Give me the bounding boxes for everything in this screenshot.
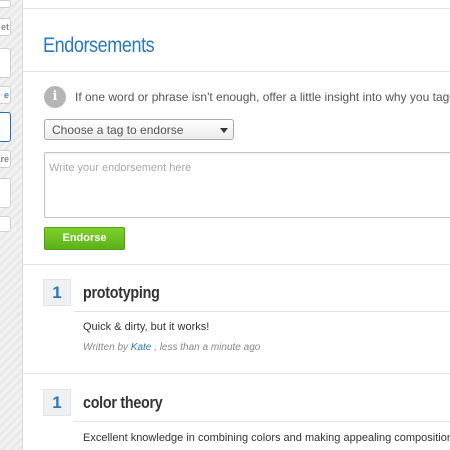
endorsements-panel: Endorsements i If one word or phrase isn… (22, 0, 450, 450)
author-link[interactable]: Kate (131, 342, 152, 353)
info-icon: i (44, 86, 66, 108)
gutter-tab[interactable] (0, 48, 11, 78)
divider (23, 8, 450, 9)
divider (74, 311, 450, 312)
divider (23, 71, 450, 72)
gutter-tab[interactable] (0, 216, 11, 232)
gutter-tab-label: are (0, 154, 9, 164)
gutter-tab[interactable]: are (0, 150, 11, 168)
endorsement-textarea[interactable] (44, 152, 450, 218)
gutter-tab[interactable]: e (0, 86, 11, 104)
section-title: Endorsements (43, 34, 155, 57)
endorsement-tag: prototyping (83, 283, 160, 302)
endorsement-text: Quick & dirty, but it works! (83, 321, 210, 333)
gutter-tab[interactable] (0, 112, 11, 142)
info-text: If one word or phrase isn't enough, offe… (75, 90, 450, 104)
gutter-tab-label: et (0, 22, 9, 32)
divider (74, 421, 450, 422)
endorsement-text: Excellent knowledge in combining colors … (83, 432, 450, 444)
written-by-label: Written by (83, 342, 129, 353)
endorsement-meta: Written by Kate , less than a minute ago (83, 342, 260, 353)
left-gutter: et e are (0, 0, 22, 450)
endorse-button[interactable]: Endorse (44, 227, 125, 250)
tag-select[interactable]: Choose a tag to endorse (44, 119, 234, 140)
gutter-tab[interactable]: et (0, 18, 11, 36)
gutter-tab[interactable] (0, 0, 11, 8)
endorsement-time: , less than a minute ago (154, 342, 261, 353)
gutter-tab-label: e (3, 90, 9, 100)
endorsement-count: 1 (43, 279, 71, 306)
chevron-down-icon (220, 128, 228, 133)
endorsement-count: 1 (43, 389, 71, 416)
divider (23, 264, 450, 265)
endorsement-tag: color theory (83, 393, 163, 412)
divider (23, 373, 450, 374)
tag-select-value: Choose a tag to endorse (52, 123, 184, 137)
gutter-tab[interactable] (0, 178, 11, 208)
